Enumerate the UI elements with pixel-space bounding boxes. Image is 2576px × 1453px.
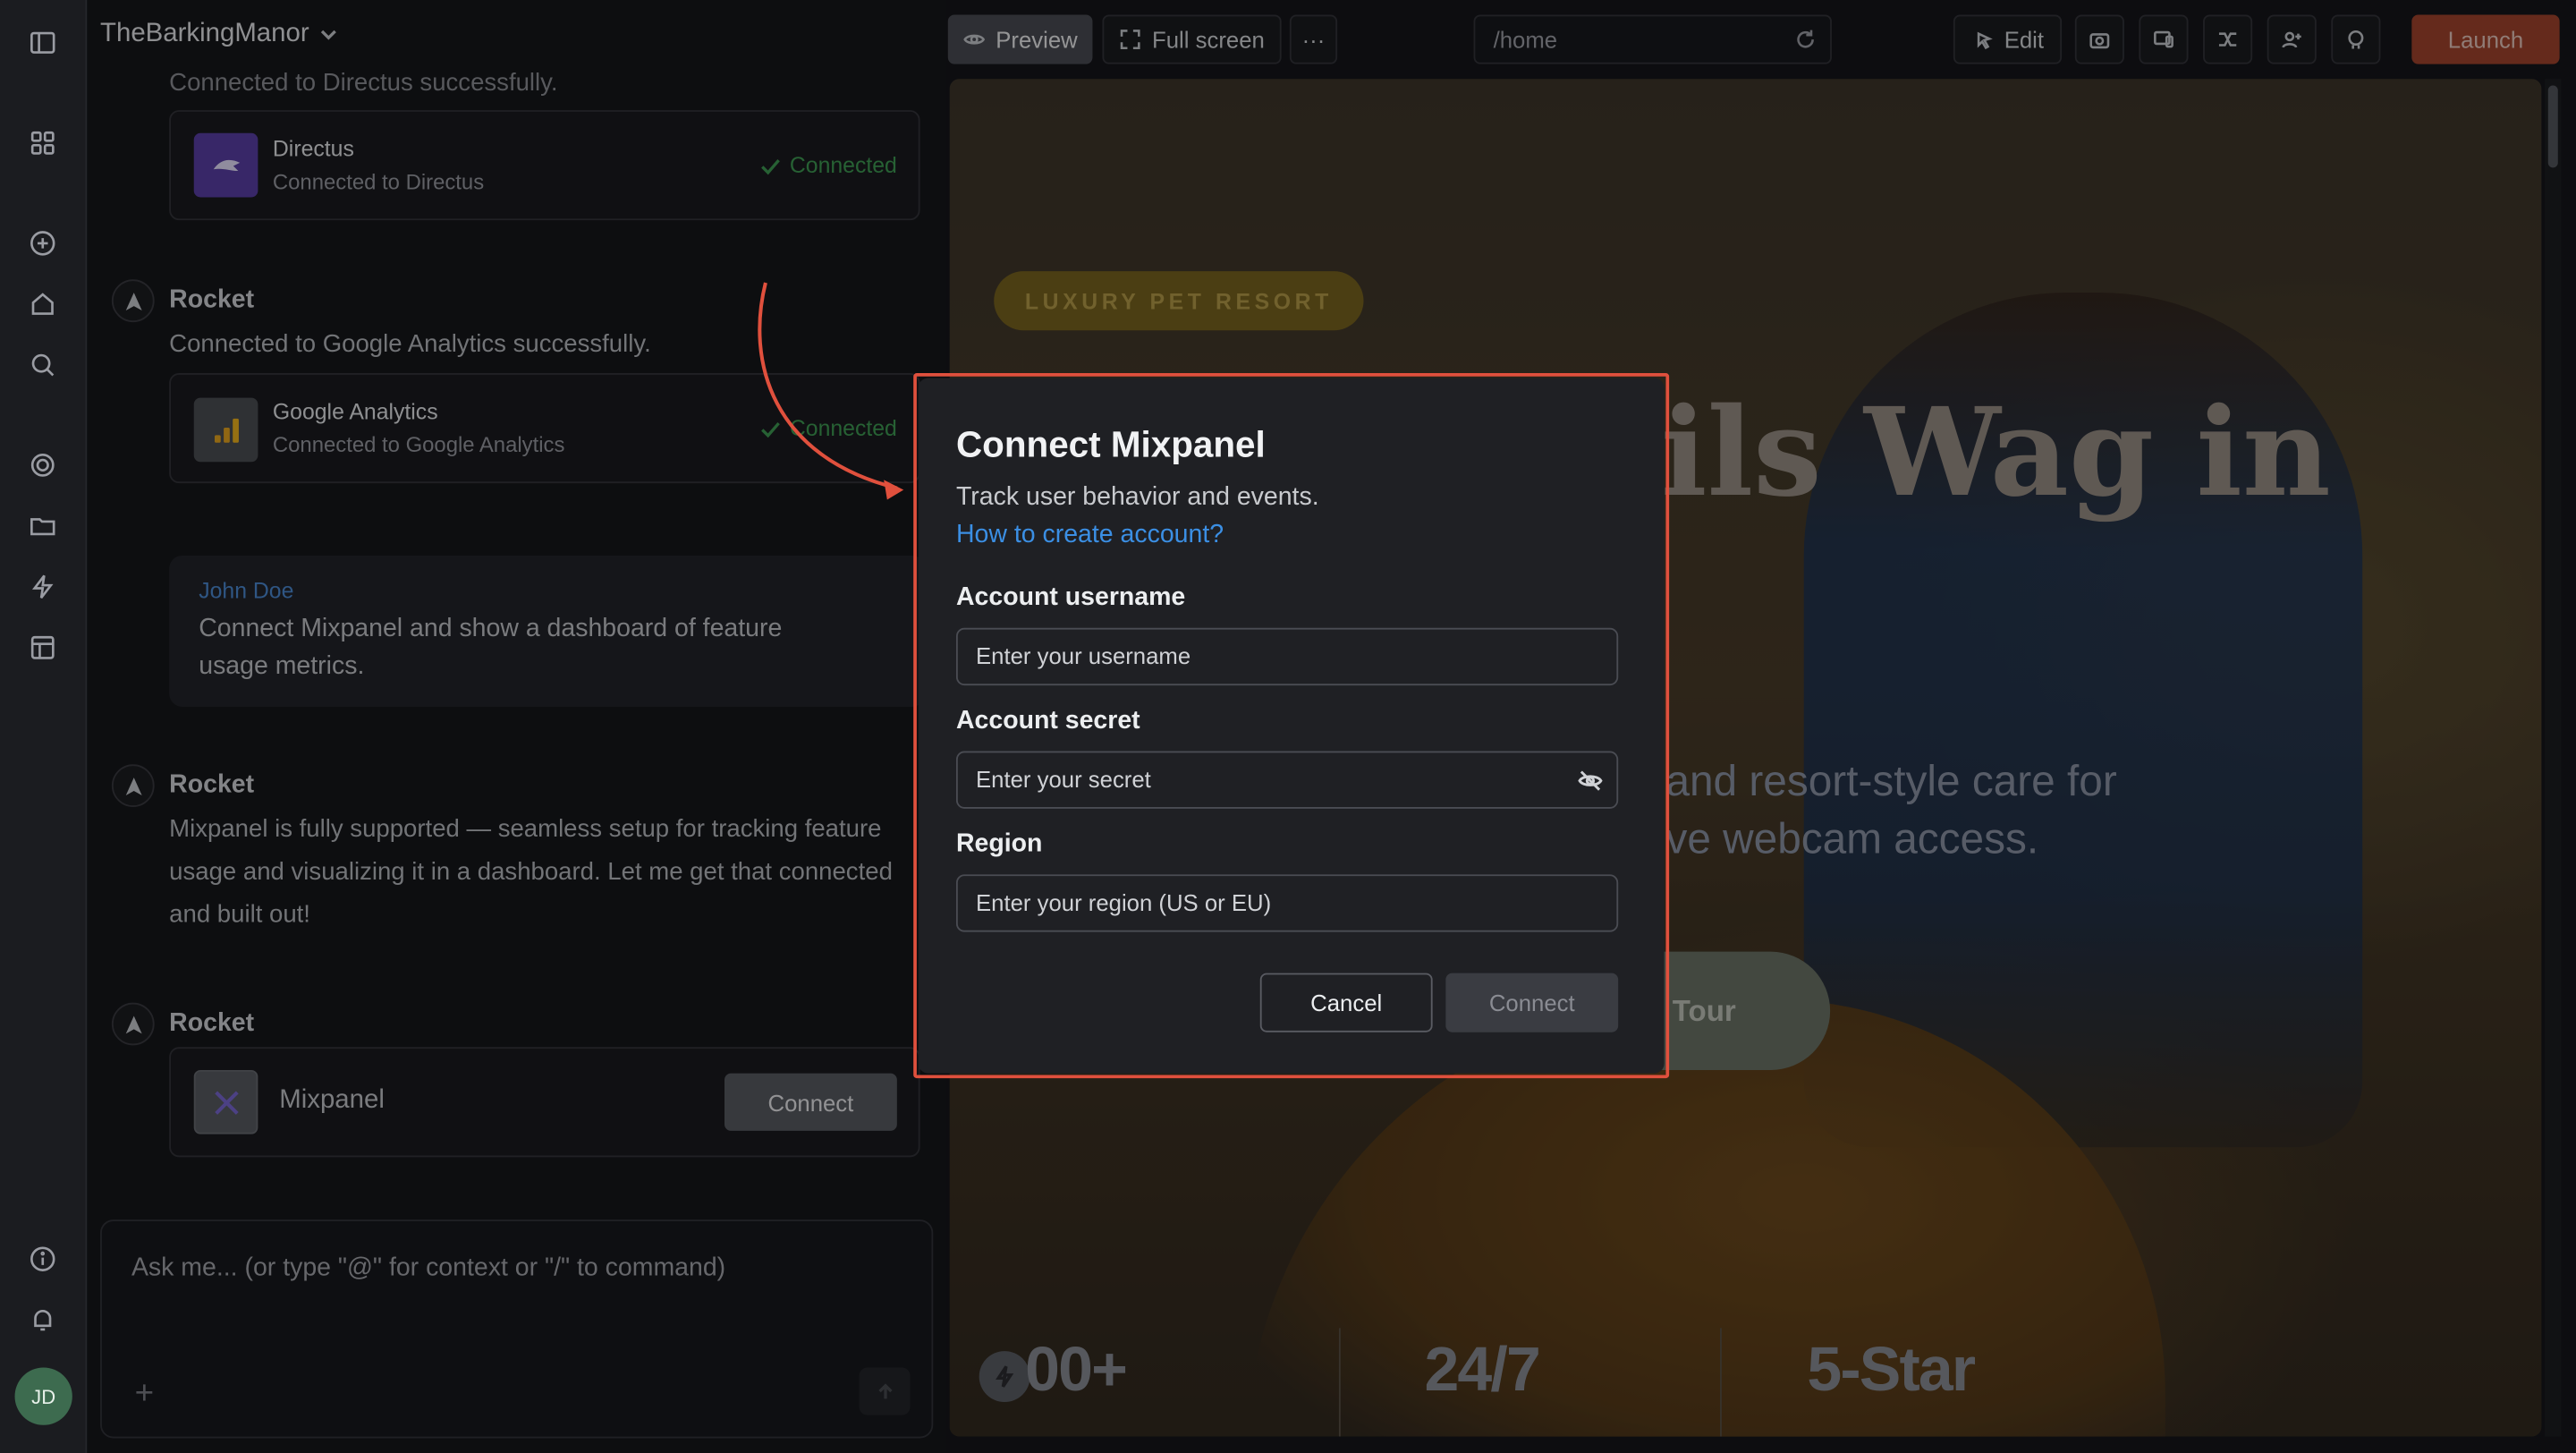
new-plus-icon[interactable] xyxy=(23,224,63,263)
folder-icon[interactable] xyxy=(23,506,63,546)
eye-off-icon[interactable] xyxy=(1577,768,1603,794)
bell-icon[interactable] xyxy=(23,1300,63,1339)
sidebar-toggle-icon[interactable] xyxy=(23,23,63,63)
info-icon[interactable] xyxy=(23,1239,63,1279)
icon-rail: JD xyxy=(0,0,88,1453)
dialog-description: Track user behavior and events. xyxy=(955,483,1319,512)
dialog-title: Connect Mixpanel xyxy=(955,423,1266,465)
app-root: JD TheBarkingManor Connected to Directus… xyxy=(0,0,2576,1453)
lightning-icon[interactable] xyxy=(23,567,63,607)
username-label: Account username xyxy=(955,583,1186,612)
connect-button[interactable]: Connect xyxy=(1445,973,1619,1032)
target-icon[interactable] xyxy=(23,446,63,485)
user-avatar[interactable]: JD xyxy=(14,1367,72,1425)
create-account-link[interactable]: How to create account? xyxy=(956,521,1224,550)
secret-label: Account secret xyxy=(955,706,1140,735)
apps-grid-icon[interactable] xyxy=(23,123,63,163)
secret-input[interactable]: Enter your secret xyxy=(955,751,1619,809)
layout-icon[interactable] xyxy=(23,628,63,667)
region-label: Region xyxy=(955,829,1043,858)
cancel-button[interactable]: Cancel xyxy=(1259,973,1433,1032)
search-icon[interactable] xyxy=(23,345,63,385)
home-icon[interactable] xyxy=(23,285,63,324)
region-input[interactable]: Enter your region (US or EU) xyxy=(955,874,1619,932)
username-input[interactable]: Enter your username xyxy=(955,627,1619,686)
annotation-arrow-icon xyxy=(758,282,904,500)
connect-mixpanel-dialog: Connect Mixpanel Track user behavior and… xyxy=(918,378,1665,1074)
